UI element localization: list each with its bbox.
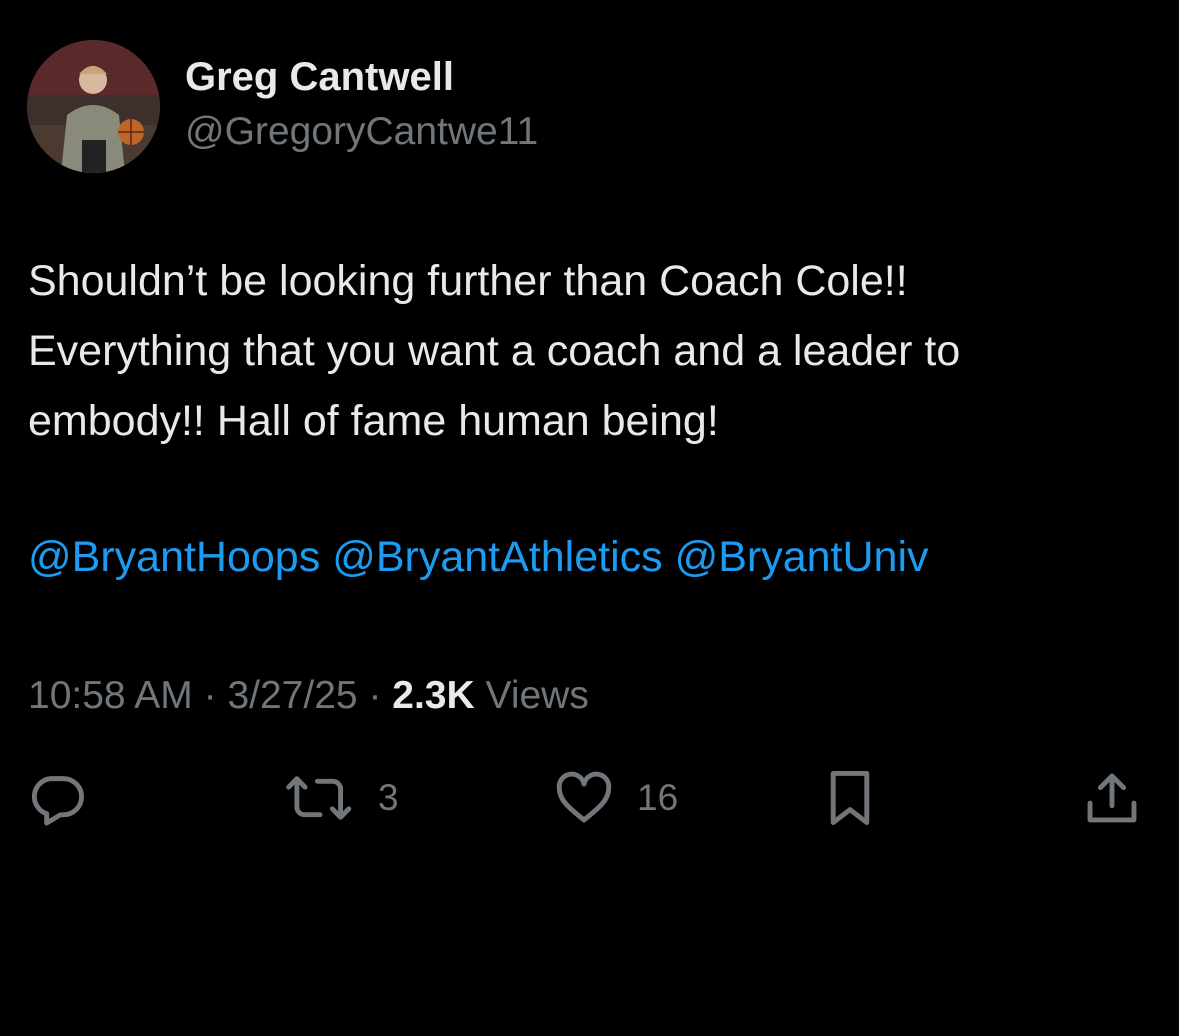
- retweet-button[interactable]: 3: [284, 766, 399, 830]
- tweet-meta: 10:58 AM · 3/27/25 · 2.3K Views: [28, 671, 589, 721]
- bookmark-icon: [830, 771, 870, 825]
- heart-icon: [556, 771, 612, 823]
- mention-link-bryantathletics[interactable]: @BryantAthletics: [332, 533, 662, 581]
- mention-link-bryanthoops[interactable]: @BryantHoops: [28, 533, 320, 581]
- like-count: 16: [637, 777, 679, 818]
- share-icon: [1087, 773, 1137, 823]
- tweet-text-line: embody!! Hall of fame human being!: [28, 397, 719, 445]
- meta-separator: ·: [368, 674, 382, 717]
- tweet-time[interactable]: 10:58 AM: [28, 674, 193, 717]
- tweet-date[interactable]: 3/27/25: [227, 674, 357, 717]
- share-button[interactable]: [1081, 766, 1143, 830]
- tweet-text-line: Everything that you want a coach and a l…: [28, 327, 961, 375]
- retweet-count: 3: [378, 777, 399, 818]
- avatar[interactable]: [27, 40, 160, 173]
- author-name[interactable]: Greg Cantwell: [185, 54, 454, 100]
- author-handle[interactable]: @GregoryCantwe11: [185, 110, 538, 154]
- mention-link-bryantuniv[interactable]: @BryantUniv: [675, 533, 929, 581]
- views-count[interactable]: 2.3K: [392, 674, 474, 717]
- reply-button[interactable]: [26, 766, 88, 830]
- tweet-mentions: @BryantHoops @BryantAthletics @BryantUni…: [28, 527, 929, 587]
- bookmark-button[interactable]: [819, 766, 881, 830]
- meta-separator: ·: [203, 674, 217, 717]
- reply-icon: [31, 776, 84, 826]
- views-label[interactable]: Views: [486, 674, 589, 717]
- like-button[interactable]: 16: [553, 766, 678, 830]
- retweet-icon: [286, 776, 352, 820]
- tweet-text: Shouldn’t be looking further than Coach …: [28, 246, 1158, 456]
- tweet-text-line: Shouldn’t be looking further than Coach …: [28, 257, 908, 305]
- avatar-photo: [27, 40, 160, 173]
